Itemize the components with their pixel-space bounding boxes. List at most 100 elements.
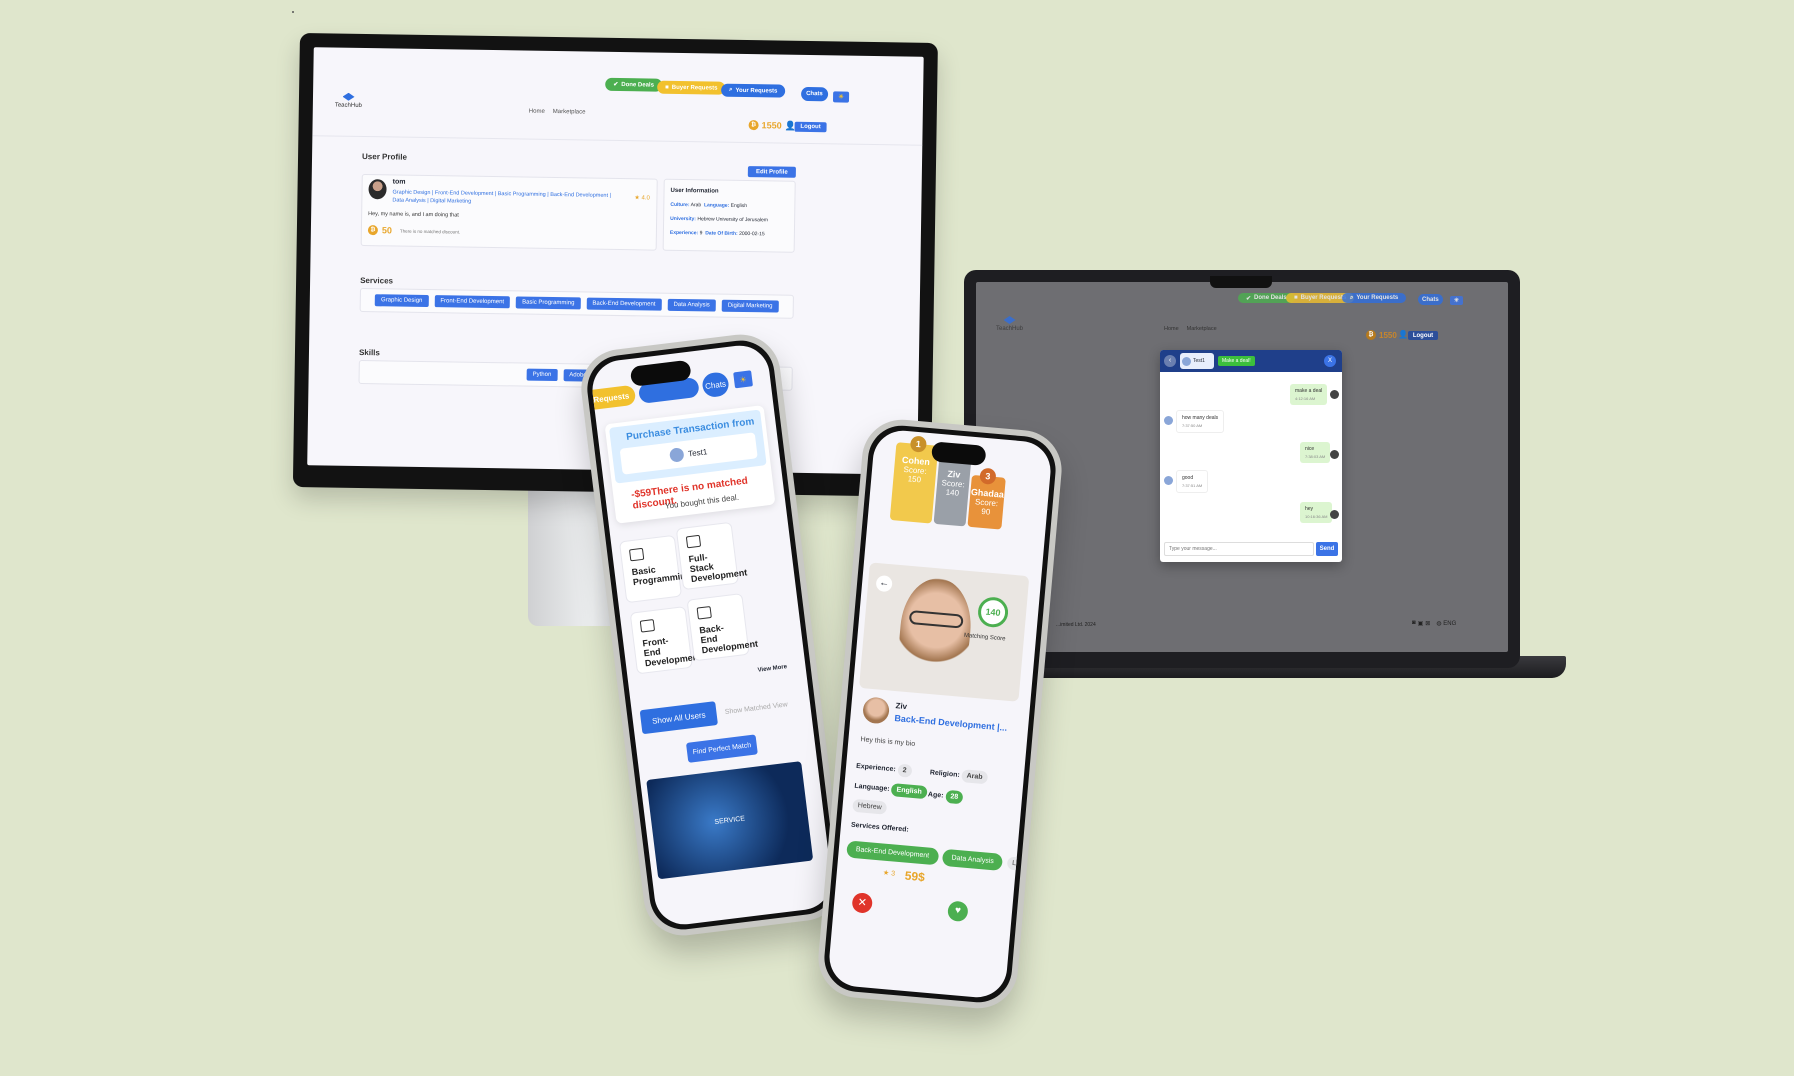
logout-button[interactable]: Logout [794, 121, 827, 133]
profile-photo [896, 575, 975, 682]
user-icon[interactable]: 👤 [1398, 330, 1408, 339]
theme-toggle-button[interactable]: ☀ [832, 91, 850, 103]
database-icon [696, 605, 712, 620]
show-matched-view-tab[interactable]: Show Matched View [717, 692, 795, 725]
service-chip[interactable]: L [1006, 856, 1022, 871]
service-card[interactable]: Back-End Development [686, 593, 758, 662]
theme-toggle-button[interactable]: ☀ [733, 370, 753, 389]
instagram-icon[interactable]: ◙ [1412, 620, 1416, 627]
culture-row: Culture: Arab Language: English [670, 201, 748, 210]
back-arrow-icon[interactable]: ← [875, 574, 893, 593]
graduation-cap-icon [342, 93, 354, 103]
done-deals-button[interactable]: ✔ Done Deals [605, 77, 663, 92]
your-requests-button[interactable]: ⌕ Your Requests [1342, 293, 1407, 303]
age-row: Age: 28 [927, 788, 964, 805]
avatar [669, 447, 686, 463]
chat-message: nice 7:38:03 AM [1300, 442, 1331, 463]
check-icon: ✔ [613, 81, 619, 89]
chats-button[interactable]: Chats [800, 86, 828, 102]
nav-home-link[interactable]: Home [529, 109, 545, 115]
logo[interactable]: TeachHub [996, 316, 1023, 332]
service-card[interactable]: Front-End Development [629, 606, 702, 675]
requests-tab[interactable]: Requests [589, 384, 637, 411]
experience-row: Experience: 2 [856, 760, 913, 778]
services-offered-label: Services Offered: [850, 821, 910, 834]
facebook-icon[interactable]: ▣ [1418, 620, 1424, 627]
view-more-link[interactable]: View More [757, 664, 787, 674]
avatar [1182, 356, 1191, 366]
like-button[interactable]: ♥ [947, 900, 969, 923]
purchase-transaction-card: Purchase Transaction from Test1 -$59Ther… [604, 405, 776, 524]
chats-button[interactable]: Chats [1418, 294, 1443, 305]
coin-icon: ₿ [748, 120, 759, 131]
sun-icon: ☀ [738, 374, 748, 385]
close-chat-button[interactable]: X [1324, 355, 1336, 367]
service-card[interactable]: Basic Programming [618, 534, 692, 604]
footer-copyright: ...imited Ltd. 2024 [1056, 622, 1096, 628]
service-chip[interactable]: Back-End Development [846, 840, 939, 866]
back-icon[interactable]: ‹ [1164, 355, 1176, 367]
profile-card: tom Graphic Design | Front-End Developme… [360, 173, 658, 251]
profile-price: ₿ 50 There is no matched discount. [367, 225, 460, 236]
chat-contact[interactable]: Test1 [1180, 353, 1214, 369]
service-tag[interactable]: Data Analysis [667, 298, 716, 312]
user-info-title: User Information [670, 187, 719, 195]
religion-row: Religion: Arab [929, 766, 989, 785]
profile-name: tom [392, 178, 406, 186]
nav-home-link[interactable]: Home [1164, 326, 1179, 332]
stray-dot [292, 11, 294, 13]
chats-button[interactable]: Chats [701, 371, 730, 399]
logo[interactable]: TeachHub [335, 93, 362, 109]
reject-button[interactable]: ✕ [851, 892, 874, 914]
service-tag[interactable]: Back-End Development [586, 297, 662, 311]
skills-title: Skills [358, 347, 380, 358]
match-photo: ← 140 Matching Score [858, 562, 1030, 702]
theme-toggle-button[interactable]: ☀ [1450, 296, 1463, 305]
chat-message-input[interactable] [1164, 542, 1314, 556]
show-all-users-tab[interactable]: Show All Users [639, 701, 719, 735]
service-tag[interactable]: Graphic Design [374, 294, 429, 308]
star-icon: ★ [634, 195, 640, 202]
monitor-icon [685, 534, 702, 549]
sun-icon: ☀ [1453, 298, 1460, 304]
nav-marketplace-link[interactable]: Marketplace [553, 109, 586, 116]
service-tag[interactable]: Digital Marketing [721, 299, 779, 313]
nav-marketplace-link[interactable]: Marketplace [1187, 326, 1217, 332]
avatar [1330, 450, 1339, 459]
footer-social: ◙ ▣ ⊠ ◍ ENG [1412, 620, 1456, 627]
user-information-card: User Information Culture: Arab Language:… [662, 178, 796, 253]
service-banner-image: SERVICE [646, 761, 814, 880]
skill-tag[interactable]: Python [526, 368, 558, 382]
services-list: Graphic Design Front-End Development Bas… [359, 287, 794, 319]
service-chip[interactable]: Data Analysis [941, 848, 1004, 871]
send-button[interactable]: Send [1316, 542, 1338, 556]
coin-icon: ₿ [1366, 330, 1376, 340]
language-selector[interactable]: ◍ ENG [1436, 620, 1456, 627]
coin-balance: ₿ 1550 [748, 120, 782, 131]
make-deal-button[interactable]: Make a deal! [1218, 356, 1255, 366]
check-icon: ✔ [1246, 295, 1252, 302]
profile-services-line: Graphic Design | Front-End Development |… [392, 189, 612, 205]
find-perfect-match-button[interactable]: Find Perfect Match [685, 734, 758, 763]
your-requests-button[interactable]: ⌕ Your Requests [721, 83, 786, 98]
chat-window: ‹ Test1 Make a deal! X make a deal 4:12:1… [1160, 350, 1342, 562]
close-icon: ✕ [857, 896, 868, 910]
logout-button[interactable]: Logout [1408, 331, 1438, 340]
profile-rating: ★ 4.0 [634, 195, 650, 202]
phone-right-screen: Cohen Score: 150 1 Ziv Score: 140 Ghadaa Scor… [827, 428, 1053, 1000]
avatar [368, 179, 387, 200]
avatar [1330, 390, 1339, 399]
buyer-requests-button[interactable]: ■ Buyer Requests [657, 80, 726, 95]
avatar [1164, 476, 1173, 485]
chat-message: how many deals 7:37:50 AM [1176, 410, 1225, 433]
leaderboard-card[interactable]: Ziv Score: 140 [933, 455, 972, 527]
sun-icon: ☀ [838, 94, 844, 101]
chat-message: make a deal 4:12:16 AM [1290, 384, 1328, 405]
services-offered-list: Back-End Development Data Analysis L [846, 837, 1022, 872]
service-tag[interactable]: Basic Programming [515, 296, 581, 310]
service-card[interactable]: Full-Stack Development [675, 521, 748, 591]
service-tag[interactable]: Front-End Development [434, 295, 511, 309]
coin-icon: ₿ [367, 225, 378, 236]
x-icon[interactable]: ⊠ [1425, 620, 1430, 627]
edit-profile-button[interactable]: Edit Profile [747, 166, 796, 178]
